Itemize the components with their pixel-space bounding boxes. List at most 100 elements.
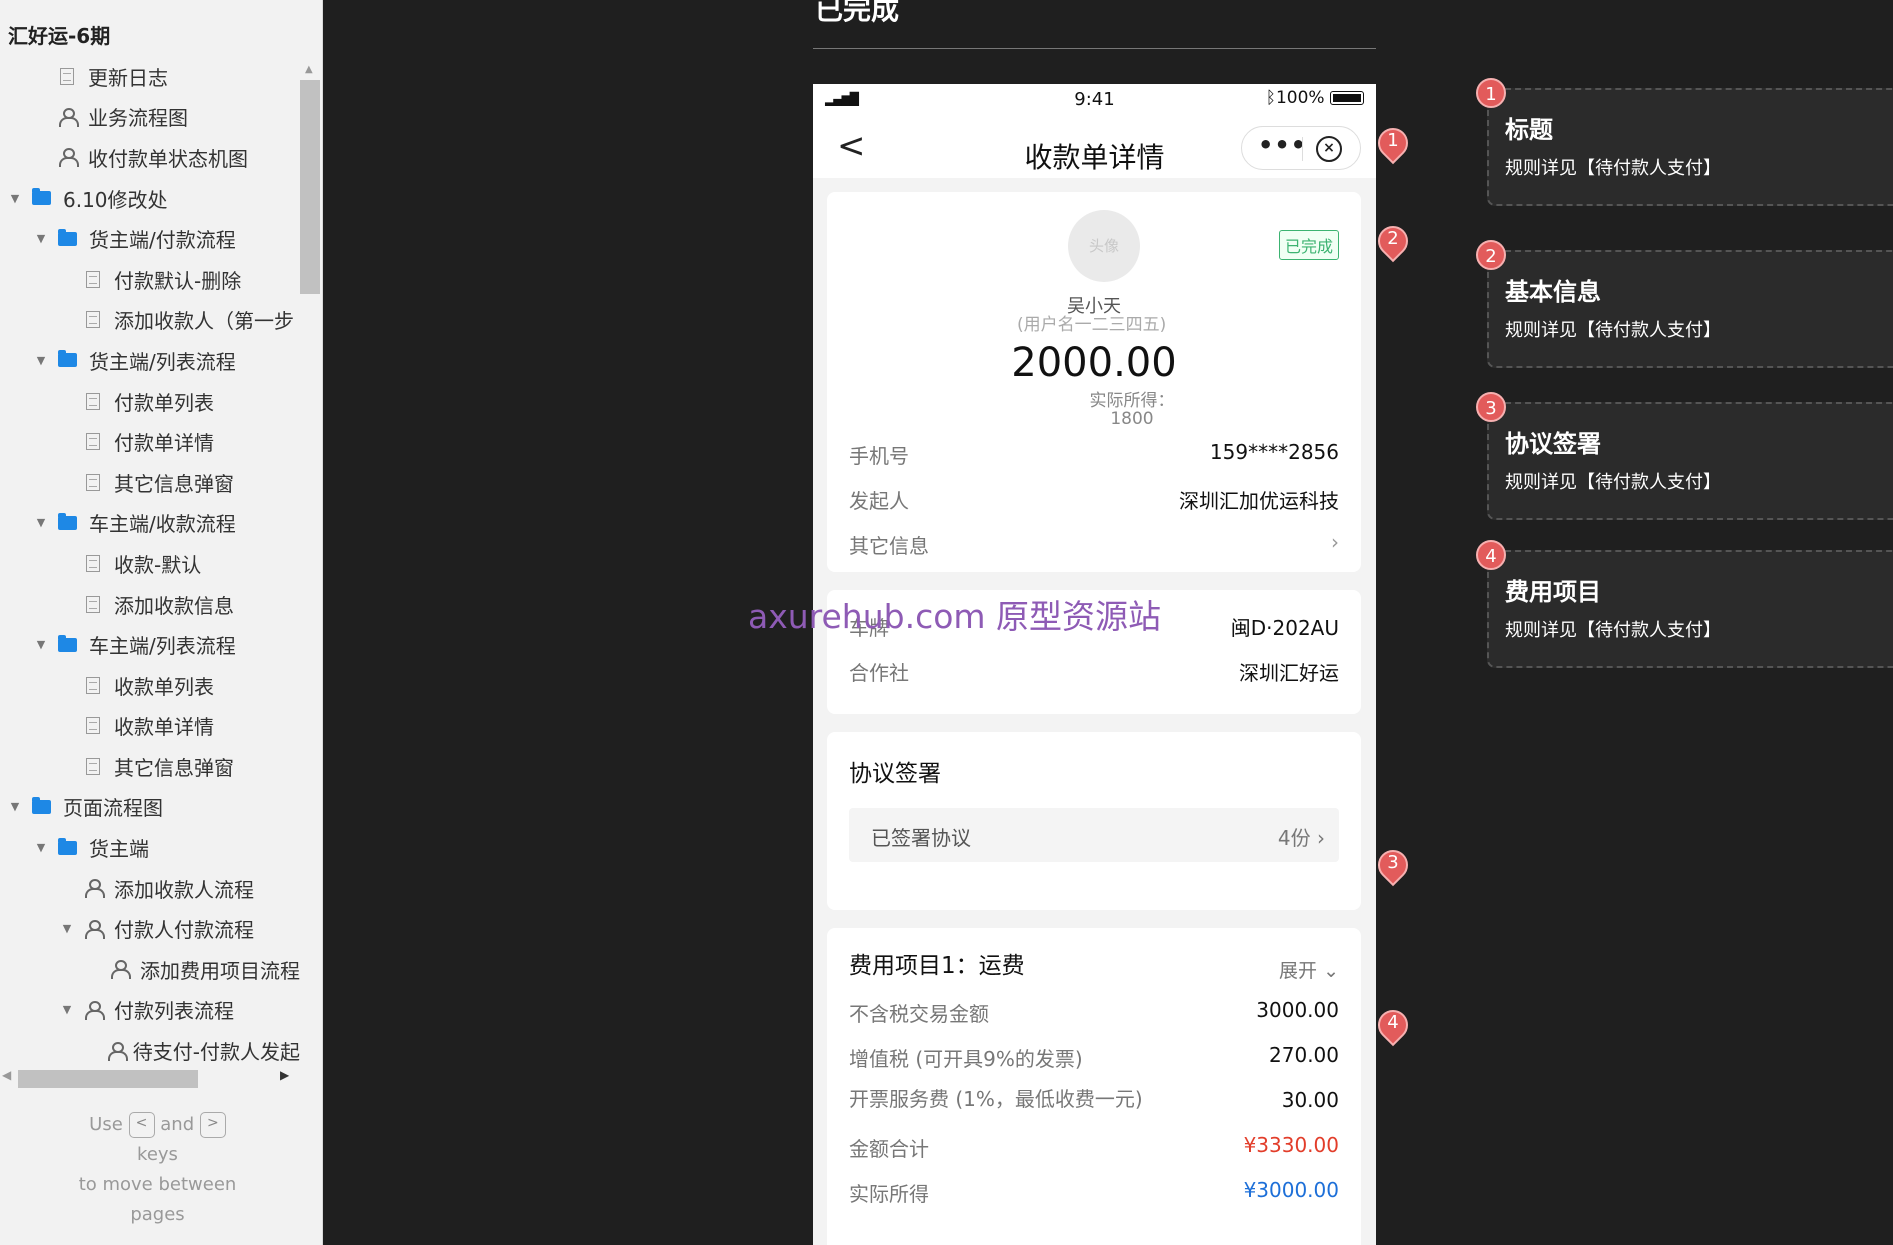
sidebar-item[interactable]: ▼ 付款人付款流程 (0, 908, 300, 949)
sidebar-item[interactable]: ▼ 货主端 (0, 827, 300, 868)
chevron-right-icon: › (1317, 826, 1325, 850)
sidebar-item[interactable]: 添加收款人流程 (0, 868, 300, 909)
note-number-4: 4 (1476, 540, 1506, 570)
coop-row: 合作社 深圳汇好运 (849, 661, 1339, 685)
nav-bar: < 收款单详情 ••• × (813, 116, 1376, 178)
sidebar-item[interactable]: 收款单列表 (0, 665, 300, 706)
sidebar-item[interactable]: 业务流程图 (0, 97, 300, 138)
vertical-scrollbar[interactable]: ▲ (300, 62, 320, 1072)
sidebar-item[interactable]: 收款-默认 (0, 543, 300, 584)
expand-arrow-icon[interactable]: ▼ (34, 354, 48, 367)
more-icon[interactable]: ••• (1258, 131, 1307, 159)
sidebar-item[interactable]: ▼ 货主端/付款流程 (0, 218, 300, 259)
sidebar-item[interactable]: 添加费用项目流程 (0, 949, 300, 990)
battery-icon (1330, 91, 1364, 105)
sidebar-item[interactable]: ▼ 6.10修改处 (0, 178, 300, 219)
folder-icon (58, 350, 77, 368)
flowchart-icon (107, 1041, 128, 1061)
sidebar-item[interactable]: 其它信息弹窗 (0, 462, 300, 503)
sidebar-item[interactable]: 付款默认-删除 (0, 259, 300, 300)
sidebar-item[interactable]: 其它信息弹窗 (0, 746, 300, 787)
sidebar-item[interactable]: 更新日志 (0, 56, 300, 97)
capsule-divider (1302, 137, 1303, 161)
expand-arrow-icon[interactable]: ▼ (8, 800, 22, 813)
flowchart-icon (84, 879, 105, 899)
sidebar-item[interactable]: 付款单列表 (0, 381, 300, 422)
sidebar-item-label: 车主端/列表流程 (89, 634, 236, 659)
expand-arrow-icon[interactable]: ▼ (8, 192, 22, 205)
chevron-down-icon: ⌄ (1323, 960, 1339, 982)
keyboard-hint: Use < and > keys to move between pages (78, 1112, 237, 1225)
initiator-row: 发起人 深圳汇加优运科技 (849, 489, 1339, 513)
sidebar-item-label: 货主端/付款流程 (89, 228, 236, 253)
folder-icon (58, 228, 77, 246)
avatar: 头像 (1068, 210, 1140, 282)
sidebar-item[interactable]: ▼ 车主端/收款流程 (0, 503, 300, 544)
sidebar-item-label: 添加收款人（第一步 (114, 309, 294, 334)
scroll-right-icon[interactable]: ▶ (280, 1068, 289, 1082)
page-icon (86, 311, 100, 329)
status-badge: 已完成 (1279, 230, 1340, 260)
annotation-marker-4[interactable]: 4 (1371, 1003, 1415, 1050)
sidebar-item[interactable]: 付款单详情 (0, 421, 300, 462)
scroll-left-icon[interactable]: ◀ (2, 1068, 11, 1082)
user-subname: (用户名一二三四五) (1017, 315, 1167, 335)
fee-row: 增值税 (可开具9%的发票) 270.00 (849, 1043, 1339, 1071)
chevron-right-icon: › (1331, 530, 1339, 554)
expand-arrow-icon[interactable]: ▼ (34, 516, 48, 529)
sidebar-item[interactable]: ▼ 车主端/列表流程 (0, 624, 300, 665)
sidebar-item[interactable]: 添加收款人（第一步 (0, 300, 300, 341)
sidebar-item-label: 业务流程图 (88, 106, 188, 131)
status-bar: ▂▄▆█ 9:41AM ᛒ100% (813, 84, 1376, 134)
sidebar-item-label: 添加费用项目流程 (140, 958, 300, 983)
mini-program-capsule: ••• × (1241, 126, 1361, 170)
sidebar-item[interactable]: 添加收款信息 (0, 584, 300, 625)
page-title: 已完成 (815, 0, 900, 26)
sidebar-item[interactable]: ▼ 付款列表流程 (0, 990, 300, 1031)
sidebar-item[interactable]: 待支付-付款人发起 (0, 1030, 300, 1066)
sidebar-item-label: 收款-默认 (114, 552, 202, 577)
battery-status: ᛒ100% (1266, 88, 1364, 108)
fee-total-row: 金额合计 ¥3330.00 (849, 1133, 1339, 1161)
expand-toggle[interactable]: 展开 ⌄ (1279, 956, 1339, 983)
fee-row-value: 30.00 (1281, 1088, 1339, 1112)
sidebar-item[interactable]: 收付款单状态机图 (0, 137, 300, 178)
note-card-4: 费用项目 规则详见【待付款人支付】 (1487, 550, 1893, 668)
page-icon (86, 757, 100, 775)
flowchart-icon (58, 148, 79, 168)
expand-arrow-icon[interactable]: ▼ (34, 841, 48, 854)
folder-icon (58, 837, 77, 855)
page-icon (86, 595, 100, 613)
sidebar-item-label: 付款单详情 (114, 431, 214, 456)
expand-arrow-icon[interactable]: ▼ (60, 1003, 74, 1016)
annotation-marker-1[interactable]: 1 (1371, 121, 1415, 168)
sidebar-item-label: 付款默认-删除 (114, 268, 242, 293)
other-info-row[interactable]: 其它信息 › (849, 530, 1339, 560)
annotation-marker-2[interactable]: 2 (1371, 219, 1415, 266)
close-icon[interactable]: × (1316, 136, 1342, 162)
sidebar-item[interactable]: 收款单详情 (0, 706, 300, 747)
page-tree: 更新日志 业务流程图 收付款单状态机图 ▼ 6.10修改处 ▼ 货主端/付款流程 付款默认-删… (0, 56, 300, 1066)
phone-row: 手机号 159****2856 (849, 440, 1339, 468)
flowchart-icon (84, 1000, 105, 1020)
title-divider (813, 48, 1376, 49)
expand-arrow-icon[interactable]: ▼ (34, 232, 48, 245)
folder-icon (32, 188, 51, 206)
expand-arrow-icon[interactable]: ▼ (34, 638, 48, 651)
horizontal-scrollbar-thumb[interactable] (18, 1070, 198, 1088)
signed-agreements-entry[interactable]: 已签署协议 4份 › (849, 808, 1339, 862)
scroll-up-icon[interactable]: ▲ (305, 64, 313, 75)
left-key-icon: < (128, 1112, 155, 1138)
expand-arrow-icon[interactable]: ▼ (60, 922, 74, 935)
fee-title: 费用项目1：运费 (849, 953, 1025, 979)
sidebar-item-label: 付款列表流程 (114, 999, 234, 1024)
sidebar-item-label: 待支付-付款人发起 (132, 1040, 300, 1065)
sidebar-item[interactable]: ▼ 页面流程图 (0, 787, 300, 828)
horizontal-scrollbar[interactable]: ◀ ▶ (0, 1066, 323, 1088)
vertical-scrollbar-thumb[interactable] (300, 80, 320, 294)
annotation-marker-3[interactable]: 3 (1371, 843, 1415, 890)
bluetooth-icon: ᛒ (1265, 88, 1276, 108)
page-icon (86, 473, 100, 491)
page-icon (86, 270, 100, 288)
sidebar-item[interactable]: ▼ 货主端/列表流程 (0, 340, 300, 381)
